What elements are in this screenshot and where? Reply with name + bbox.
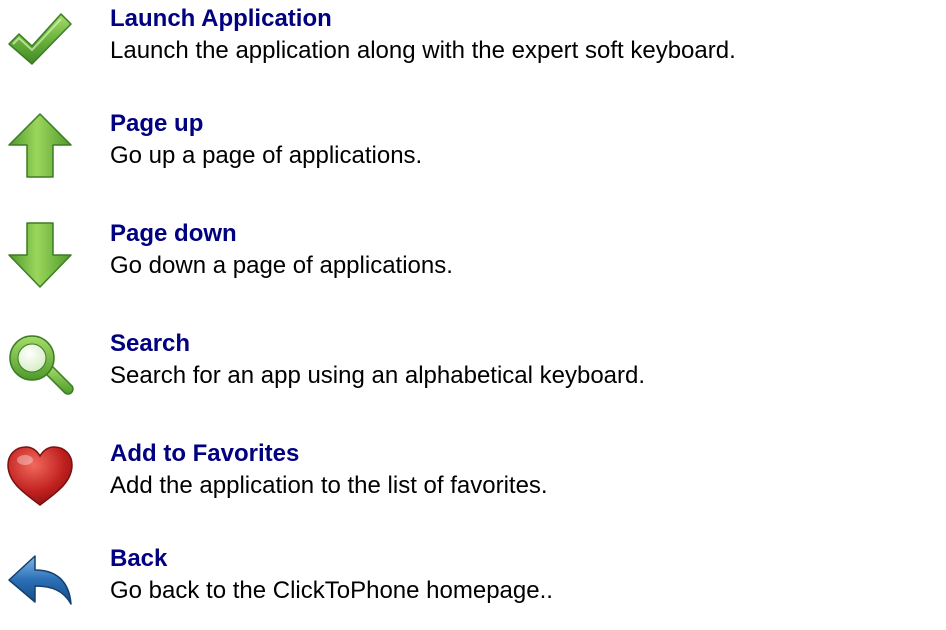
item-description: Go back to the ClickToPhone homepage.. [110, 577, 553, 604]
item-title: Add to Favorites [110, 440, 300, 467]
list-item-launch-application: Launch Application Launch the applicatio… [0, 0, 946, 90]
heart-icon [5, 441, 75, 511]
magnifier-icon [5, 331, 75, 401]
list-item-add-to-favorites: Add to Favorites Add the application to … [0, 435, 946, 525]
back-arrow-icon [5, 546, 75, 616]
item-description: Launch the application along with the ex… [110, 37, 736, 64]
checkmark-icon [5, 6, 75, 76]
item-description: Go up a page of applications. [110, 142, 423, 169]
item-title: Page down [110, 220, 237, 247]
arrow-down-icon [5, 221, 75, 291]
item-description: Go down a page of applications. [110, 252, 453, 279]
item-description: Add the application to the list of favor… [110, 472, 548, 499]
item-title: Back [110, 545, 168, 572]
item-title: Launch Application [110, 5, 332, 32]
list-item-page-up: Page up Go up a page of applications. [0, 105, 946, 195]
list-item-page-down: Page down Go down a page of applications… [0, 215, 946, 305]
item-title: Page up [110, 110, 204, 137]
item-title: Search [110, 330, 191, 357]
list-item-search: Search Search for an app using an alphab… [0, 325, 946, 415]
legend-list: Launch Application Launch the applicatio… [0, 0, 946, 627]
arrow-up-icon [5, 111, 75, 181]
item-description: Search for an app using an alphabetical … [110, 362, 646, 389]
list-item-back: Back Go back to the ClickToPhone homepag… [0, 540, 946, 630]
